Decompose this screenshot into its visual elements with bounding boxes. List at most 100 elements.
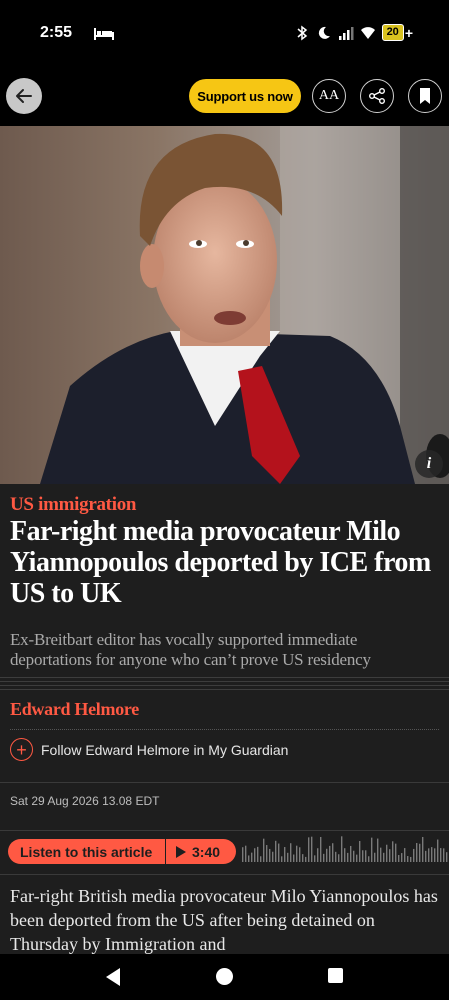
app-bar: Support us now AA [0,64,449,126]
share-icon [369,88,385,104]
hero-photo [0,126,449,484]
waveform-bar [380,847,382,862]
waveform-bar [386,844,388,862]
waveform-bar [308,837,310,862]
follow-author-button[interactable]: + Follow Edward Helmore in My Guardian [10,738,288,761]
listen-button[interactable]: Listen to this article 3:40 [8,839,236,864]
article-body: Far-right British media provocateur Milo… [10,886,438,954]
waveform-bar [392,841,394,862]
waveform-bar [242,847,244,862]
bed-icon [94,28,114,40]
waveform-bar [245,845,247,862]
waveform-bar [248,855,250,862]
waveform-bar [278,843,280,862]
waveform-bar [296,845,298,862]
waveform-bar [395,843,397,862]
waveform-bar [251,852,253,862]
waveform-bar [335,851,337,862]
waveform-bar [389,849,391,862]
waveform-bar [305,856,307,862]
waveform-bar [428,848,430,862]
divider-lines [0,677,449,693]
waveform-bar [434,848,436,862]
info-icon: i [426,455,432,472]
waveform-bar [284,847,286,862]
waveform-bar [359,840,361,862]
article-headline: Far-right media provocateur Milo Yiannop… [10,516,431,609]
waveform-bar [422,836,424,862]
audio-waveform [242,836,448,862]
waveform-bar [407,856,409,862]
byline-divider [10,729,439,730]
waveform-bar [362,850,364,862]
divider [0,830,449,831]
waveform-bar [446,852,448,862]
plus-icon: + [10,738,33,761]
waveform-bar [281,856,283,862]
waveform-bar [410,856,412,862]
signal-icon [338,26,354,40]
bookmark-icon [420,88,430,104]
back-button[interactable] [6,78,42,114]
waveform-bar [290,843,292,862]
waveform-bar [425,850,427,862]
waveform-bar [263,838,265,862]
charging-plus-icon: + [404,24,413,41]
wifi-icon [360,26,375,39]
waveform-bar [275,840,277,862]
system-navigation-bar [0,954,449,1000]
waveform-bar [374,852,376,862]
waveform-bar [404,848,406,862]
status-time: 2:55 [40,24,73,41]
waveform-bar [323,853,325,862]
article-dateline: Sat 29 Aug 2026 13.08 EDT [10,794,160,808]
home-circle-icon[interactable] [215,967,234,986]
waveform-bar [260,856,262,862]
waveform-bar [377,838,379,862]
waveform-bar [431,847,433,862]
section-kicker[interactable]: US immigration [10,494,136,516]
waveform-bar [413,848,415,862]
battery-icon: 20 + [381,24,413,41]
recents-square-icon[interactable] [327,967,344,984]
author-byline[interactable]: Edward Helmore [10,699,139,720]
follow-author-label: Follow Edward Helmore in My Guardian [41,741,289,758]
back-triangle-icon[interactable] [104,967,122,987]
arrow-left-icon [16,89,32,103]
waveform-bar [287,852,289,862]
text-size-icon: AA [318,88,340,103]
share-button[interactable] [360,79,394,113]
bookmark-button[interactable] [408,79,442,113]
text-size-button[interactable]: AA [312,79,346,113]
waveform-bar [398,855,400,862]
play-icon [176,845,186,858]
status-icons: 20 + [294,24,413,41]
waveform-bar [257,846,259,862]
image-info-button[interactable]: i [415,450,443,478]
waveform-bar [419,843,421,862]
waveform-bar [332,843,334,862]
waveform-bar [347,852,349,862]
waveform-bar [350,845,352,862]
waveform-bar [371,837,373,862]
waveform-bar [299,847,301,862]
waveform-bar [254,848,256,862]
audio-player: Listen to this article 3:40 [0,832,449,872]
audio-duration: 3:40 [192,843,221,860]
waveform-bar [368,856,370,862]
waveform-bar [437,839,439,862]
waveform-bar [311,836,313,862]
waveform-bar [341,836,343,862]
support-us-button[interactable]: Support us now [189,79,301,113]
article-hero-image: i [0,126,449,484]
waveform-bar [383,852,385,862]
listen-label: Listen to this article [20,843,153,860]
moon-icon [318,26,330,39]
battery-level: 20 [381,24,404,41]
waveform-bar [365,850,367,862]
status-bar: 2:55 20 + [0,0,449,64]
article-standfirst: Ex-Breitbart editor has vocally supporte… [10,630,371,669]
waveform-bar [401,853,403,862]
waveform-bar [314,855,316,862]
waveform-bar [302,854,304,862]
